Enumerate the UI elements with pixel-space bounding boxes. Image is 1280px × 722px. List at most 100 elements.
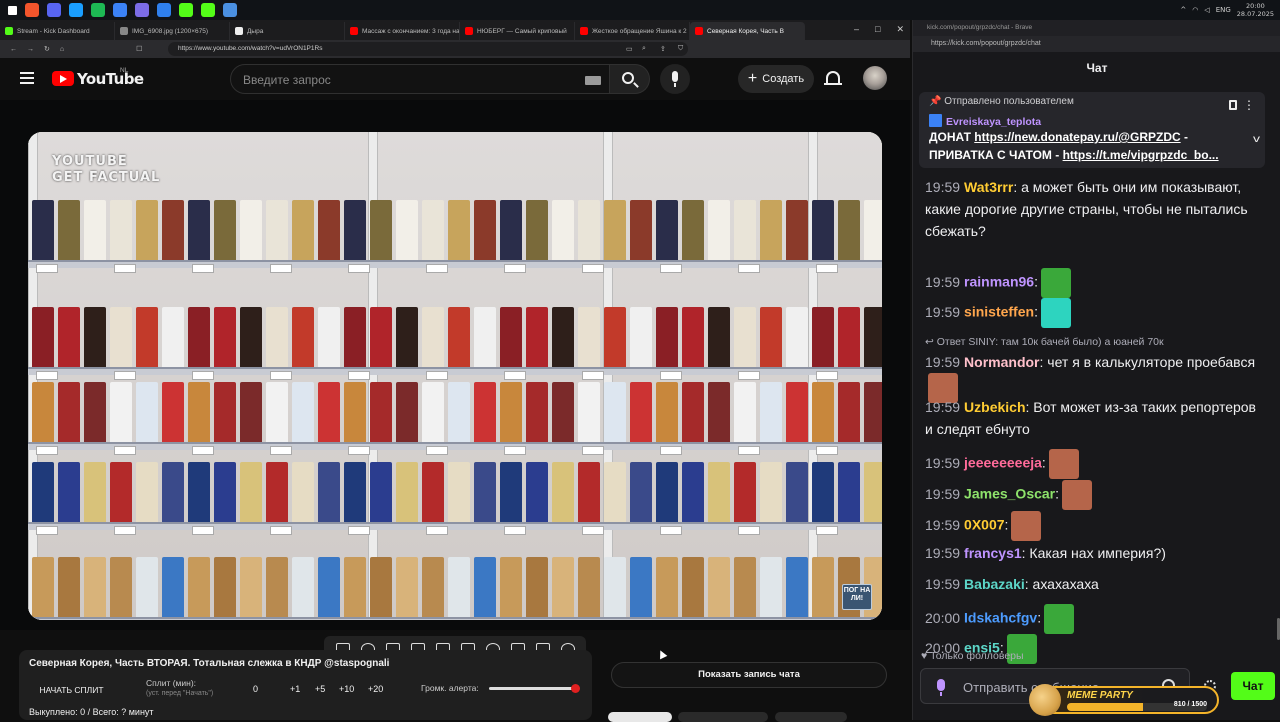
share-icon[interactable]: ⇪	[660, 45, 666, 53]
taskbar-app-icon[interactable]	[25, 3, 39, 17]
chat-message[interactable]: 19:59 0X007:	[925, 511, 1265, 541]
home-icon[interactable]: ⌂	[60, 46, 64, 53]
start-split-button[interactable]: НАЧАТЬ СПЛИТ	[29, 682, 114, 698]
address-bar[interactable]: https://www.youtube.com/watch?v=udVrON1P…	[168, 42, 688, 56]
notifications-bell-icon[interactable]	[824, 71, 842, 85]
back-icon[interactable]: ←	[10, 46, 17, 53]
unpin-icon[interactable]	[1229, 100, 1237, 110]
taskbar-app-icon[interactable]	[91, 3, 105, 17]
increment-20-button[interactable]: +20	[368, 684, 383, 694]
taskbar-app-icon[interactable]	[179, 3, 193, 17]
message-username[interactable]: sinisteffen	[964, 304, 1034, 320]
keyboard-icon[interactable]	[585, 76, 601, 85]
chat-message[interactable]: 19:59 rainman96:	[925, 268, 1265, 298]
message-username[interactable]: Normandor	[964, 354, 1039, 370]
reply-reference[interactable]: Ответ SINIY: там 10к бачей было) а юаней…	[937, 336, 1164, 348]
chat-message[interactable]: 19:59 Wat3rrr: а может быть они им показы…	[925, 176, 1265, 242]
increment-5-button[interactable]: +5	[315, 684, 325, 694]
video-player[interactable]: YOUTUBE GET FACTUAL ПОГ НА ЛИ!	[0, 100, 910, 630]
message-username[interactable]: Wat3rrr	[964, 179, 1013, 195]
taskbar-app-icon[interactable]	[113, 3, 127, 17]
youtube-logo-icon[interactable]	[52, 71, 74, 86]
taskbar-app-icon[interactable]	[135, 3, 149, 17]
message-username[interactable]: rainman96	[964, 274, 1034, 290]
chevron-up-icon[interactable]: ^	[1180, 6, 1186, 14]
create-button[interactable]: + Создать	[738, 65, 814, 93]
message-username[interactable]: 0X007	[964, 517, 1004, 533]
chat-message[interactable]: 19:59 francys1: Какая нах империя?)	[925, 542, 1265, 564]
zoom-icon[interactable]: ⌕	[642, 45, 646, 53]
youtube-wordmark[interactable]: YouTube	[77, 70, 144, 88]
pinned-message[interactable]: 📌 Отправлено пользователем Evreiskaya_te…	[919, 92, 1265, 168]
show-chat-replay-button[interactable]: Показать запись чата	[611, 662, 887, 688]
category-chip[interactable]	[678, 712, 768, 722]
chat-emote-icon[interactable]	[1062, 480, 1093, 510]
chat-message[interactable]: 19:59 Uzbekich: Вот может из-за таких реп…	[925, 396, 1265, 440]
minimize-icon[interactable]: –	[854, 24, 859, 35]
chat-emote-icon[interactable]	[1040, 268, 1071, 298]
chat-message[interactable]: 20:00 Idskahcfgv:	[925, 604, 1265, 634]
chevron-down-icon[interactable]: v	[1253, 134, 1260, 145]
browser-tab[interactable]: Северная Корея, Часть В	[690, 22, 805, 40]
taskbar-app-icon[interactable]	[201, 3, 215, 17]
message-username[interactable]: francys1	[964, 545, 1022, 561]
category-chip[interactable]	[775, 712, 847, 722]
microphone-icon[interactable]	[937, 679, 945, 696]
alert-volume-slider[interactable]	[489, 687, 577, 690]
language-indicator[interactable]: ENG	[1216, 6, 1231, 14]
taskbar-app-icon[interactable]	[157, 3, 171, 17]
taskbar-app-icon[interactable]	[223, 3, 237, 17]
chat-message[interactable]: 19:59 jeeeeeeeeja:	[925, 449, 1265, 479]
browser-tab[interactable]: Жесткое обращение Яшина к 2	[575, 22, 690, 40]
alert-volume-thumb[interactable]	[571, 684, 580, 693]
menu-icon[interactable]	[20, 72, 34, 84]
search-button[interactable]	[610, 64, 650, 94]
send-chat-button[interactable]: Чат	[1231, 672, 1275, 700]
chat-message[interactable]: 19:59 Babazaki: ахахахаха	[925, 573, 1265, 595]
chat-emote-icon[interactable]	[1011, 511, 1042, 541]
screen-share-icon[interactable]: ▭	[626, 45, 633, 53]
message-username[interactable]: jeeeeeeeeja	[964, 455, 1042, 471]
avatar[interactable]	[863, 66, 887, 90]
browser-tab[interactable]: Дыра	[230, 22, 345, 40]
chat-emote-icon[interactable]	[1040, 298, 1071, 328]
wifi-icon[interactable]: ◠	[1192, 6, 1198, 14]
forward-icon[interactable]: →	[27, 46, 34, 53]
chat-message[interactable]: 19:59 sinisteffen:	[925, 298, 1265, 328]
chat-emote-icon[interactable]	[1048, 449, 1079, 479]
browser-tab[interactable]: IMG_6908.jpg (1200×675)	[115, 22, 230, 40]
maximize-icon[interactable]: □	[875, 24, 880, 35]
reload-icon[interactable]: ↻	[44, 45, 50, 53]
browser-tab[interactable]: Stream - Kick Dashboard	[0, 22, 115, 40]
category-chip[interactable]	[608, 712, 672, 722]
taskbar-app-icon[interactable]	[69, 3, 83, 17]
pinned-username[interactable]: Evreiskaya_teplota	[929, 114, 1041, 128]
chat-emote-icon[interactable]	[1044, 604, 1075, 634]
increment-1-button[interactable]: +1	[290, 684, 300, 694]
clock[interactable]: 20:00 28.07.2025	[1237, 2, 1274, 18]
volume-icon[interactable]: ◁	[1204, 6, 1209, 14]
taskbar-app-icon[interactable]	[47, 3, 61, 17]
browser-tab[interactable]: Массаж с окончанием: 3 года на	[345, 22, 460, 40]
chat-message[interactable]: 19:59 James_Oscar:	[925, 480, 1265, 510]
product-box	[630, 307, 652, 367]
voice-search-button[interactable]	[660, 64, 690, 94]
browser-tab[interactable]: НЮБЕРГ — Самый криповый	[460, 22, 575, 40]
message-text: ахахахаха	[1028, 576, 1099, 592]
message-username[interactable]: James_Oscar	[964, 486, 1055, 502]
split-minutes-value[interactable]: 0	[253, 684, 258, 694]
message-username[interactable]: Uzbekich	[964, 399, 1025, 415]
search-input[interactable]	[243, 71, 573, 89]
message-username[interactable]: Babazaki	[964, 576, 1025, 592]
windows-start-icon[interactable]	[8, 5, 17, 15]
telegram-link[interactable]: https://t.me/vipgrpzdc_bo...	[1063, 148, 1219, 162]
reply-context[interactable]: ↩ Ответ SINIY: там 10к бачей было) а юан…	[925, 331, 1164, 353]
message-username[interactable]: Idskahcfgv	[964, 610, 1037, 626]
brave-shield-icon[interactable]: ⛉	[678, 45, 683, 53]
close-icon[interactable]: ✕	[896, 24, 904, 35]
increment-10-button[interactable]: +10	[339, 684, 354, 694]
chat-url-bar[interactable]: https://kick.com/popout/grpzdc/chat	[913, 36, 1280, 52]
donate-link[interactable]: https://new.donatepay.ru/@GRPZDC	[974, 130, 1180, 144]
bookmark-icon[interactable]: ☐	[136, 45, 142, 53]
more-options-icon[interactable]: ⋮	[1243, 98, 1255, 112]
